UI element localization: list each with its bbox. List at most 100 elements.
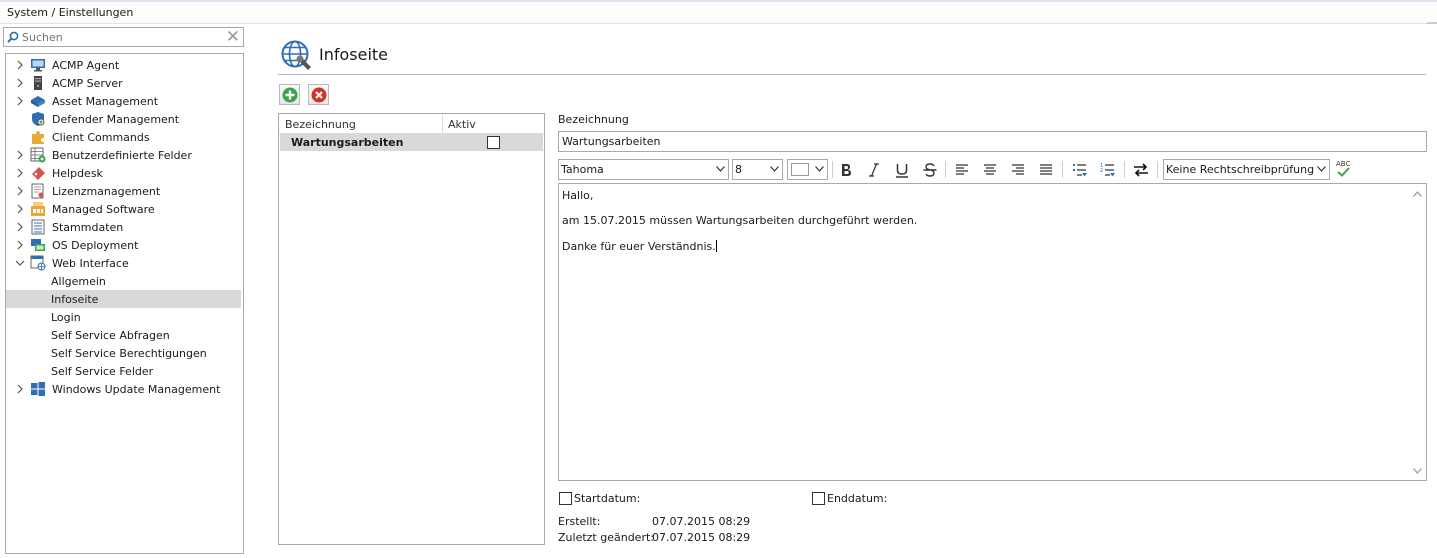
rich-text-editor[interactable]: Hallo, am 15.07.2015 müssen Wartungsarbe…: [558, 183, 1427, 481]
start-date-label: Startdatum:: [574, 492, 641, 505]
editor-line-text: Danke für euer Verständnis.: [562, 240, 716, 253]
font-size-value: 8: [735, 163, 742, 176]
tree-item[interactable]: ACMP Server: [6, 74, 241, 92]
chevron-right-icon[interactable]: [15, 222, 25, 232]
numbered-list-button[interactable]: 12: [1097, 159, 1119, 180]
license-icon: [31, 183, 44, 199]
start-date-checkbox[interactable]: [559, 492, 572, 505]
chevron-down-icon[interactable]: [15, 258, 25, 268]
tree-item[interactable]: Web Interface: [6, 254, 241, 272]
tree-item[interactable]: Self Service Felder: [6, 362, 241, 380]
window-edge: [1427, 22, 1437, 24]
tree-item[interactable]: Allgemein: [6, 272, 241, 290]
font-size-select[interactable]: 8: [732, 159, 783, 180]
tree-item[interactable]: Benutzerdefinierte Felder: [6, 146, 241, 164]
tree-item-label: Infoseite: [51, 293, 99, 306]
tree-item[interactable]: Infoseite: [6, 290, 241, 308]
add-button[interactable]: [279, 84, 300, 105]
header-divider: [278, 74, 1426, 75]
tree-item[interactable]: Self Service Abfragen: [6, 326, 241, 344]
spellcheck-language-select[interactable]: Keine Rechtschreibprüfung: [1163, 159, 1330, 180]
toolbar-separator: [832, 161, 833, 178]
font-color-select[interactable]: [787, 159, 828, 180]
name-field[interactable]: Wartungsarbeiten: [558, 131, 1427, 152]
tree-item-label: Lizenzmanagement: [52, 185, 161, 198]
breadcrumb: System / Einstellungen: [7, 6, 134, 19]
list-header: Bezeichnung Aktiv: [279, 114, 544, 134]
scroll-down-icon[interactable]: [1413, 468, 1422, 474]
chevron-right-icon[interactable]: [15, 186, 25, 196]
tree-item[interactable]: Asset Management: [6, 92, 241, 110]
tree-item[interactable]: ACMP Agent: [6, 56, 241, 74]
tree-item-label: Self Service Felder: [51, 365, 154, 378]
tree-item[interactable]: Managed Software: [6, 200, 241, 218]
tree-item[interactable]: Client Commands: [6, 128, 241, 146]
editor-scrollbar[interactable]: [1409, 184, 1426, 480]
justify-button[interactable]: [1035, 159, 1057, 180]
editor-line: Danke für euer Verständnis.: [562, 240, 717, 253]
bullet-list-button[interactable]: [1069, 159, 1091, 180]
tree-item[interactable]: Login: [6, 308, 241, 326]
web-interface-icon: [30, 255, 46, 271]
name-label: Bezeichnung: [558, 113, 629, 126]
created-value: 07.07.2015 08:29: [652, 515, 751, 528]
tree-item-label: Client Commands: [52, 131, 150, 144]
column-header-name[interactable]: Bezeichnung: [285, 118, 356, 131]
tree-item[interactable]: OS Deployment: [6, 236, 241, 254]
tree-item[interactable]: Stammdaten: [6, 218, 241, 236]
underline-button[interactable]: [891, 159, 913, 180]
chevron-right-icon[interactable]: [15, 240, 25, 250]
column-header-active[interactable]: Aktiv: [448, 118, 476, 131]
search-input[interactable]: [22, 29, 222, 45]
tree-item[interactable]: Defender Management: [6, 110, 241, 128]
active-checkbox[interactable]: [487, 136, 500, 149]
align-right-button[interactable]: [1007, 159, 1029, 180]
editor-line: am 15.07.2015 müssen Wartungsarbeiten du…: [562, 214, 918, 227]
delete-icon: [311, 87, 327, 103]
monitor-icon: [31, 59, 45, 72]
list-row[interactable]: Wartungsarbeiten: [280, 134, 543, 151]
chevron-right-icon[interactable]: [15, 168, 25, 178]
align-left-button[interactable]: [951, 159, 973, 180]
chevron-right-icon[interactable]: [15, 78, 25, 88]
underline-icon: [896, 164, 908, 178]
strikethrough-button[interactable]: [919, 159, 941, 180]
search-box[interactable]: ✕: [3, 27, 244, 47]
chevron-right-icon[interactable]: [15, 60, 25, 70]
tree-item-label: OS Deployment: [52, 239, 139, 252]
chevron-right-icon[interactable]: [15, 384, 25, 394]
align-center-button[interactable]: [979, 159, 1001, 180]
end-date-checkbox[interactable]: [812, 492, 825, 505]
tree-item-label: Web Interface: [52, 257, 129, 270]
add-icon: [282, 87, 298, 103]
tree-item[interactable]: Lizenzmanagement: [6, 182, 241, 200]
tree-item-label: Helpdesk: [52, 167, 103, 180]
clear-search-icon[interactable]: ✕: [226, 29, 240, 46]
toolbar-separator: [945, 161, 946, 178]
align-right-icon: [1012, 164, 1024, 175]
font-family-select[interactable]: Tahoma: [558, 159, 729, 180]
italic-button[interactable]: [863, 159, 885, 180]
chevron-right-icon[interactable]: [15, 204, 25, 214]
chevron-down-icon: [770, 166, 779, 172]
spellcheck-button[interactable]: ABC: [1334, 159, 1356, 180]
tree-item[interactable]: Self Service Berechtigungen: [6, 344, 241, 362]
tree-item-label: Windows Update Management: [52, 383, 221, 396]
scroll-up-icon[interactable]: [1413, 191, 1422, 197]
modified-label: Zuletzt geändert:: [558, 531, 654, 544]
tree-item[interactable]: Windows Update Management: [6, 380, 241, 398]
ticket-icon: [32, 167, 45, 180]
text-caret: [715, 240, 717, 252]
chevron-right-icon[interactable]: [15, 150, 25, 160]
settings-tree: ACMP Agent ACMP Server Asset Management Def…: [5, 53, 244, 554]
tree-item[interactable]: Helpdesk: [6, 164, 241, 182]
asset-box-icon: [31, 96, 45, 107]
column-separator[interactable]: [442, 114, 443, 134]
bold-button[interactable]: [835, 159, 857, 180]
text-direction-button[interactable]: [1130, 159, 1152, 180]
chevron-right-icon[interactable]: [15, 96, 25, 106]
swap-arrows-icon: [1134, 163, 1148, 177]
delete-button[interactable]: [308, 84, 329, 105]
page-title: Infoseite: [319, 45, 389, 64]
toolbar-separator: [1124, 161, 1125, 178]
